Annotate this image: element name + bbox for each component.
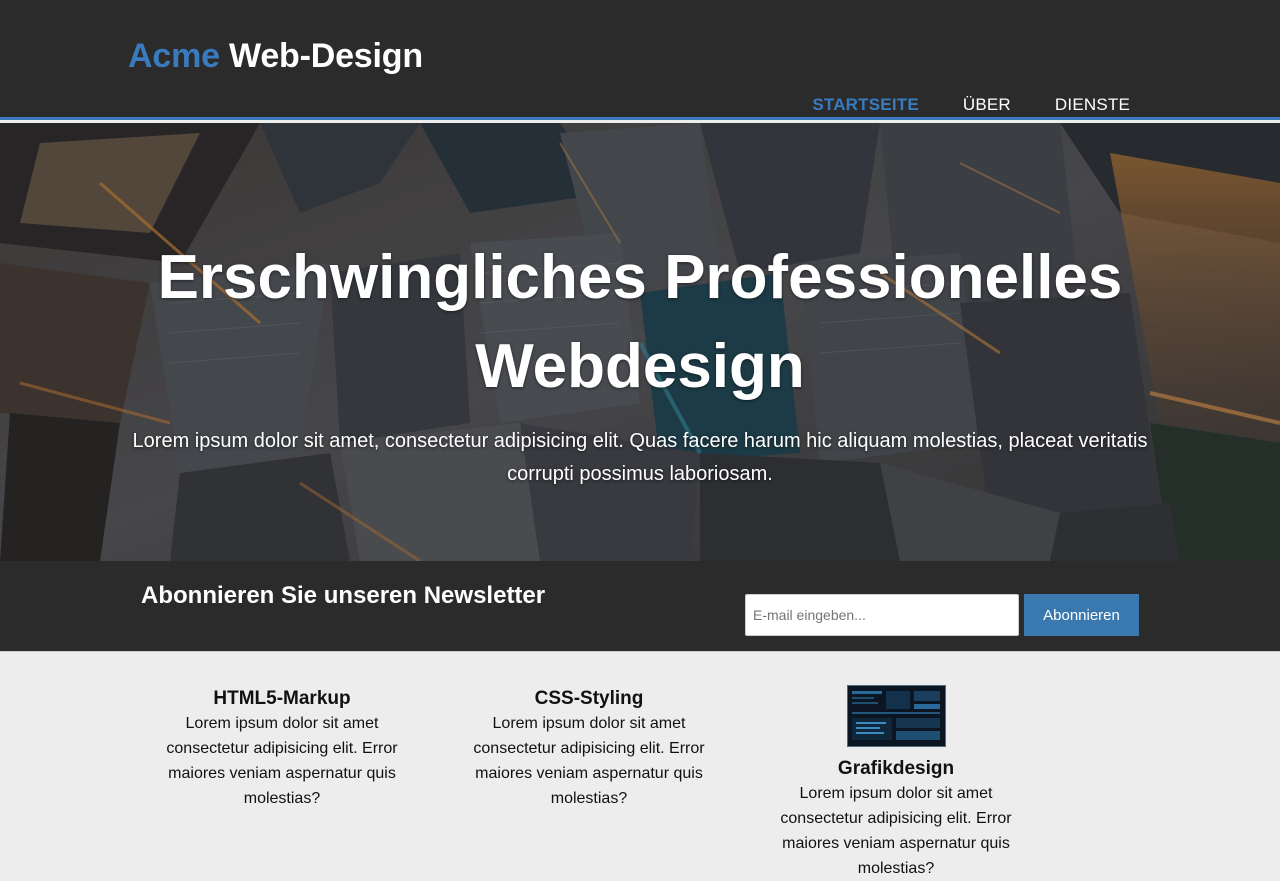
- site-header: Acme Web-Design STARTSEITE ÜBER DIENSTE: [0, 0, 1280, 120]
- brand-highlight: Acme: [128, 37, 220, 75]
- feature-title: Grafikdesign: [837, 758, 955, 779]
- feature-boxes: HTML5-Markup Lorem ipsum dolor sit amet …: [0, 653, 1280, 877]
- showcase-title: Erschwingliches Professionelles Webdesig…: [157, 243, 1123, 401]
- newsletter-section: Abonnieren Sie unseren Newsletter Abonni…: [0, 561, 1280, 652]
- newsletter-title: Abonnieren Sie unseren Newsletter: [141, 582, 546, 609]
- email-input[interactable]: [745, 594, 1019, 636]
- showcase-hero: Erschwingliches Professionelles Webdesig…: [0, 123, 1280, 561]
- feature-text: Lorem ipsum dolor sit amet consectetur a…: [780, 785, 1012, 877]
- graphic-design-image: [846, 685, 946, 747]
- feature-text: Lorem ipsum dolor sit amet consectetur a…: [473, 715, 705, 807]
- feature-title: CSS-Styling: [534, 688, 644, 709]
- nav-item-ueber[interactable]: ÜBER: [963, 95, 1011, 115]
- feature-box-css: CSS-Styling Lorem ipsum dolor sit amet c…: [449, 687, 729, 811]
- showcase-text: Lorem ipsum dolor sit amet, consectetur …: [132, 430, 1148, 485]
- site-logo[interactable]: Acme Web-Design: [128, 36, 423, 76]
- feature-box-graphic-design: Grafikdesign Lorem ipsum dolor sit amet …: [756, 685, 1036, 881]
- subscribe-button[interactable]: Abonnieren: [1024, 594, 1139, 636]
- main-nav: STARTSEITE ÜBER DIENSTE: [768, 95, 1130, 115]
- brand-name: Web-Design: [219, 37, 423, 75]
- feature-title: HTML5-Markup: [213, 688, 351, 709]
- nav-item-dienste[interactable]: DIENSTE: [1055, 95, 1130, 115]
- nav-item-startseite[interactable]: STARTSEITE: [812, 95, 919, 115]
- feature-box-html5: HTML5-Markup Lorem ipsum dolor sit amet …: [142, 687, 422, 811]
- feature-text: Lorem ipsum dolor sit amet consectetur a…: [166, 715, 398, 807]
